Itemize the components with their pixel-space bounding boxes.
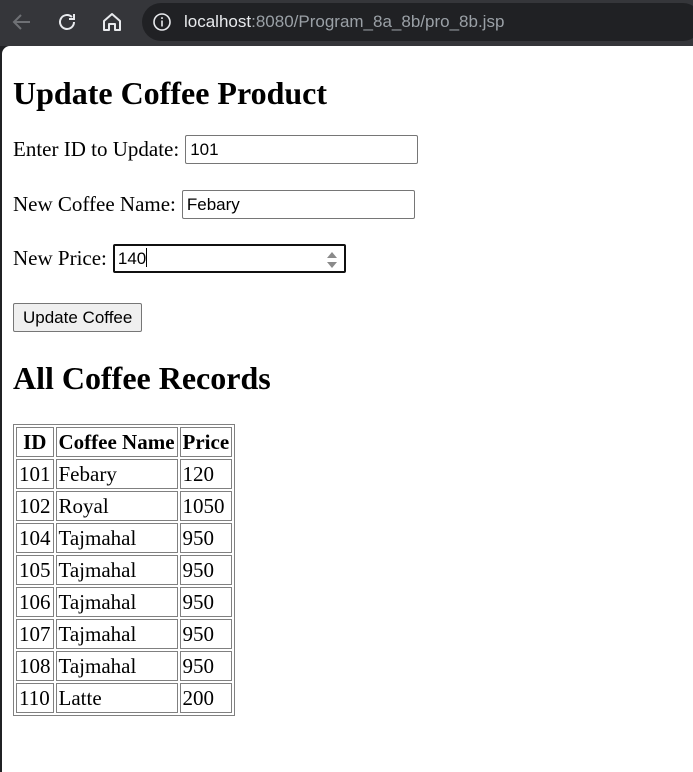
column-header-id: ID bbox=[16, 427, 54, 457]
cell-coffee-name: Tajmahal bbox=[55, 523, 178, 553]
cell-coffee-name: Royal bbox=[55, 491, 178, 521]
cell-id: 106 bbox=[16, 587, 54, 617]
cell-id: 105 bbox=[16, 555, 54, 585]
cell-price: 950 bbox=[179, 555, 233, 585]
cell-price: 950 bbox=[179, 651, 233, 681]
home-icon bbox=[103, 13, 121, 31]
cell-coffee-name: Latte bbox=[55, 683, 178, 713]
table-row: 108 Tajmahal 950 bbox=[16, 651, 233, 681]
reload-icon bbox=[59, 14, 75, 30]
name-row: New Coffee Name: Febary bbox=[13, 190, 415, 219]
id-input[interactable]: 101 bbox=[185, 135, 419, 164]
cell-id: 108 bbox=[16, 651, 54, 681]
reload-button[interactable] bbox=[52, 7, 82, 37]
page-viewport: Update Coffee Product Enter ID to Update… bbox=[2, 46, 693, 772]
cell-price: 1050 bbox=[179, 491, 233, 521]
column-header-price: Price bbox=[179, 427, 233, 457]
price-label: New Price: bbox=[13, 246, 107, 270]
cell-coffee-name: Tajmahal bbox=[55, 651, 178, 681]
spinner-arrows-icon[interactable] bbox=[326, 251, 337, 269]
url-text[interactable]: localhost:8080/Program_8a_8b/pro_8b.jsp bbox=[184, 12, 504, 32]
table-row: 110 Latte 200 bbox=[16, 683, 233, 713]
table-row: 104 Tajmahal 950 bbox=[16, 523, 233, 553]
price-row: New Price: 140 bbox=[13, 244, 346, 273]
home-button[interactable] bbox=[97, 7, 127, 37]
cell-coffee-name: Tajmahal bbox=[55, 587, 178, 617]
cell-id: 104 bbox=[16, 523, 54, 553]
name-label: New Coffee Name: bbox=[13, 192, 176, 216]
cell-id: 101 bbox=[16, 459, 54, 489]
arrow-left-icon bbox=[12, 14, 30, 30]
address-bar[interactable]: localhost:8080/Program_8a_8b/pro_8b.jsp bbox=[142, 3, 693, 41]
id-row: Enter ID to Update: 101 bbox=[13, 135, 419, 164]
cell-coffee-name: Tajmahal bbox=[55, 619, 178, 649]
page-title: Update Coffee Product bbox=[13, 75, 328, 111]
table-row: 101 Febary 120 bbox=[16, 459, 233, 489]
cell-price: 950 bbox=[179, 587, 233, 617]
table-row: 102 Royal 1050 bbox=[16, 491, 233, 521]
price-value: 140 bbox=[117, 249, 147, 268]
table-row: 106 Tajmahal 950 bbox=[16, 587, 233, 617]
url-host: localhost bbox=[184, 12, 252, 31]
cell-coffee-name: Febary bbox=[55, 459, 178, 489]
coffee-records-table: ID Coffee Name Price 101 Febary 120 102 Roy… bbox=[13, 424, 236, 716]
cell-price: 950 bbox=[179, 523, 233, 553]
cell-id: 110 bbox=[16, 683, 54, 713]
table-header-row: ID Coffee Name Price bbox=[16, 427, 233, 457]
back-button[interactable] bbox=[7, 7, 37, 37]
table-row: 105 Tajmahal 950 bbox=[16, 555, 233, 585]
cell-id: 107 bbox=[16, 619, 54, 649]
text-caret bbox=[146, 248, 148, 267]
browser-toolbar: localhost:8080/Program_8a_8b/pro_8b.jsp bbox=[0, 0, 693, 46]
cell-price: 950 bbox=[179, 619, 233, 649]
id-label: Enter ID to Update: bbox=[13, 137, 180, 161]
cell-id: 102 bbox=[16, 491, 54, 521]
update-coffee-button[interactable]: Update Coffee bbox=[13, 303, 143, 332]
coffee-name-input[interactable]: Febary bbox=[181, 190, 415, 219]
cell-price: 200 bbox=[179, 683, 233, 713]
cell-coffee-name: Tajmahal bbox=[55, 555, 178, 585]
info-icon[interactable] bbox=[152, 12, 172, 32]
table-row: 107 Tajmahal 950 bbox=[16, 619, 233, 649]
price-input[interactable]: 140 bbox=[112, 244, 346, 273]
records-title: All Coffee Records bbox=[13, 360, 271, 396]
cell-price: 120 bbox=[179, 459, 233, 489]
url-path: :8080/Program_8a_8b/pro_8b.jsp bbox=[251, 12, 505, 31]
column-header-coffee-name: Coffee Name bbox=[55, 427, 178, 457]
